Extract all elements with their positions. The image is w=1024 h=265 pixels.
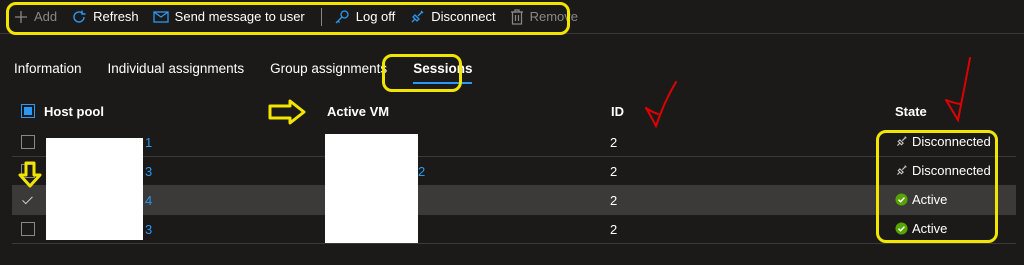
- annotation-overlay: [18, 57, 971, 188]
- red-check-arrow-id: [645, 81, 677, 129]
- yellow-down-arrow: [18, 161, 42, 188]
- red-check-arrow-state: [945, 57, 971, 123]
- yellow-right-arrow: [268, 99, 306, 125]
